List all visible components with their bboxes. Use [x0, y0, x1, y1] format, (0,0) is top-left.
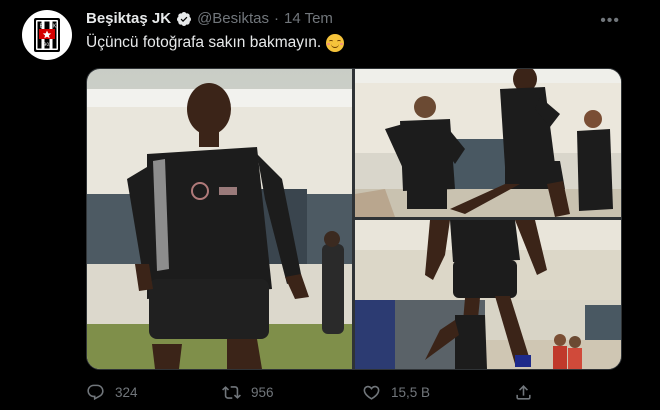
avatar[interactable]: B J K 1903 — [22, 10, 72, 60]
like-button[interactable]: 15,5 B — [362, 383, 430, 402]
reply-icon — [87, 384, 104, 400]
tweet-date[interactable]: 14 Tem — [284, 10, 333, 27]
retweet-button[interactable]: 956 — [222, 383, 274, 402]
svg-text:J: J — [44, 24, 46, 30]
tweet-actions: 324 956 15,5 B — [86, 380, 546, 404]
like-icon — [363, 385, 380, 400]
besiktas-logo-icon: B J K 1903 — [34, 18, 60, 52]
retweet-icon — [222, 385, 241, 399]
media-grid — [86, 68, 622, 370]
author-name[interactable]: Beşiktaş JK — [86, 10, 171, 27]
svg-text:B: B — [40, 24, 44, 30]
svg-text:1903: 1903 — [41, 42, 52, 47]
separator-dot: · — [273, 10, 279, 27]
tweet-body: Üçüncü fotoğrafa sakın bakmayın. — [86, 34, 322, 51]
smiling-blush-emoji-icon — [326, 34, 345, 52]
like-count: 15,5 B — [391, 384, 431, 400]
author-handle[interactable]: @Besiktas — [197, 10, 269, 27]
photo-3[interactable] — [355, 220, 621, 369]
verified-badge-icon — [177, 11, 192, 26]
reply-button[interactable]: 324 — [86, 383, 138, 402]
photo-2[interactable] — [355, 69, 621, 217]
share-button[interactable] — [514, 383, 533, 402]
tweet[interactable]: B J K 1903 Beşiktaş JK @Besiktas · 14 Te… — [0, 0, 660, 410]
tweet-text: Üçüncü fotoğrafa sakın bakmayın. — [86, 34, 345, 52]
reply-count: 324 — [115, 384, 138, 400]
photo-1[interactable] — [87, 69, 352, 369]
tweet-header: Beşiktaş JK @Besiktas · 14 Tem — [86, 10, 333, 27]
share-icon — [516, 384, 531, 400]
more-options-button[interactable]: ••• — [600, 12, 620, 30]
retweet-count: 956 — [251, 384, 274, 400]
